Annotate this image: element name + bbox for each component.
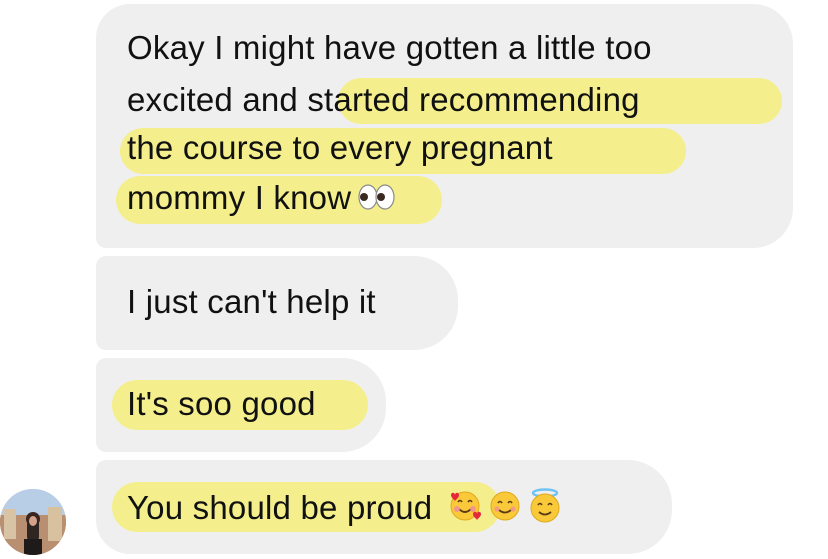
smiling-face-with-hearts-emoji	[448, 489, 482, 532]
message-text-line: You should be proud	[127, 489, 433, 527]
smiling-face-with-halo-emoji	[528, 488, 562, 533]
message-text-line: excited and started recommending	[127, 81, 640, 118]
smiling-face-emoji	[488, 489, 522, 532]
message-thread: Okay I might have gotten a little too ex…	[0, 0, 828, 559]
eyes-emoji	[357, 180, 395, 220]
message-text-line: I just can't help it	[127, 283, 376, 320]
message-text-line: It's soo good	[127, 385, 316, 422]
avatar[interactable]	[0, 489, 66, 555]
message-text-line: the course to every pregnant	[127, 129, 553, 166]
message-text-line: mommy I know	[127, 179, 352, 216]
message-text-line: Okay I might have gotten a little too	[127, 29, 652, 66]
profile-photo-icon	[0, 489, 66, 555]
